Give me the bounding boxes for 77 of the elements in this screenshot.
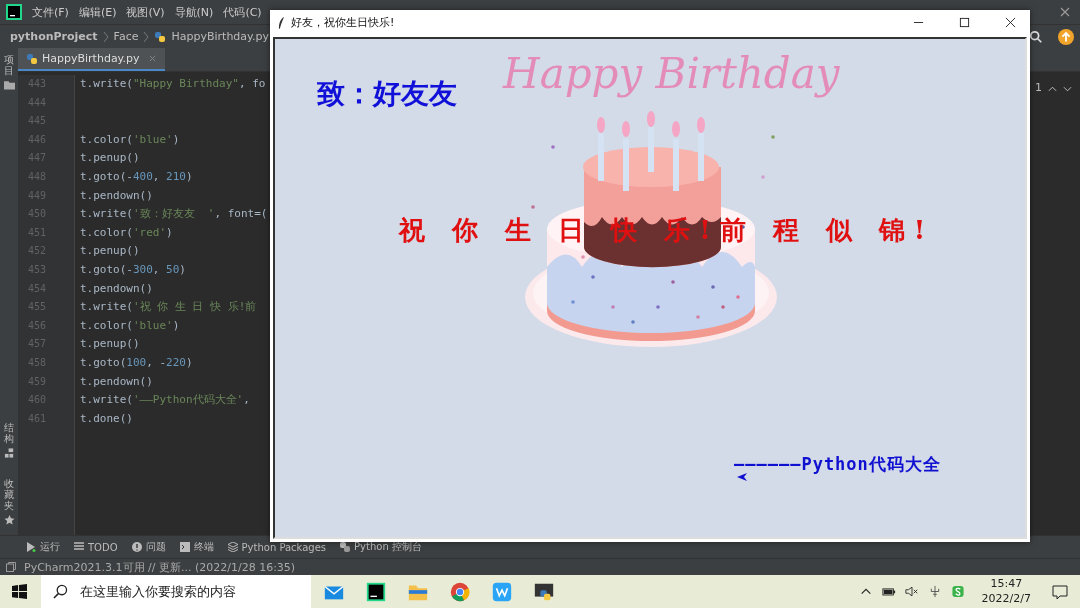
feather-icon [278,16,285,29]
code-line: t.goto(-300, 50) [80,262,186,276]
notification-icon[interactable] [1052,583,1068,600]
breadcrumb-item[interactable]: pythonProject [10,30,98,43]
layers-icon [227,542,238,552]
menu-item[interactable]: 编辑(E) [78,4,117,20]
turtle-cursor-icon [737,473,747,481]
project-tool-label[interactable]: 项目 [4,54,14,76]
pycharm-app-icon[interactable] [365,580,387,603]
clock-date[interactable]: 2022/2/7 [981,591,1031,606]
s-app-icon[interactable] [950,585,965,598]
chevron-down-icon[interactable] [1063,86,1072,92]
code-line: t.write('——Python代码大全', [80,393,251,407]
code-line: t.penup() [80,337,140,351]
chevron-up-icon[interactable] [1048,86,1057,92]
file-tab[interactable]: HappyBirthday.py [18,48,165,71]
menu-item[interactable]: 视图(V) [126,4,165,20]
search-icon[interactable] [1029,29,1043,44]
panel-icon[interactable] [6,562,16,572]
menu-item[interactable]: 文件(F) [32,4,69,20]
code-line: t.write('致：好友友 ', font=( [80,207,268,221]
app-logo-icon [6,4,22,20]
signature-text: ——————Python代码大全 [734,453,941,476]
maximize-icon[interactable] [959,17,970,28]
search-icon [53,584,68,599]
battery-icon[interactable] [881,585,896,598]
start-icon[interactable] [12,584,27,599]
code-line: t.pendown() [80,374,153,388]
tool-window-button[interactable]: TODO [74,541,118,553]
happy-birthday-heading: Happy Birthday [503,49,840,98]
breadcrumb-item[interactable]: Face [113,30,139,43]
code-line: t.goto(100, -220) [80,355,193,369]
tool-window-button[interactable]: 终端 [179,540,214,554]
tool-window-button[interactable]: Python Packages [227,541,327,553]
code-line: t.color('blue') [80,132,180,146]
code-line: t.pendown() [80,188,153,202]
code-line: t.color('blue') [80,318,180,332]
python-file-icon [154,30,167,43]
browser-icon[interactable] [449,580,471,603]
structure-tool-label[interactable]: 结构 [4,422,14,444]
tool-window-button[interactable]: 运行 [26,540,60,554]
muted-speaker-icon[interactable] [904,585,919,598]
w-app-icon[interactable] [491,580,513,603]
tool-window-button[interactable]: Python 控制台 [340,540,422,554]
structure-icon[interactable] [3,448,15,458]
breadcrumb-item[interactable]: HappyBirthday.py [171,30,269,43]
search-box[interactable]: 在这里输入你要搜索的内容 [41,575,311,608]
chevron-icon [143,30,150,43]
code-line: t.color('red') [80,225,173,239]
code-line: t.penup() [80,151,140,165]
status-message: PyCharm2021.3.1可用 // 更新... (2022/1/28 16:35) [24,559,296,575]
code-line: t.pendown() [80,281,153,295]
close-icon[interactable] [1005,17,1016,28]
list-icon [74,542,84,552]
terminal-icon [179,542,190,552]
python-icon [340,542,351,552]
code-line: t.write('祝 你 生 日 快 乐!前 [80,300,258,314]
greeting-text: 致：好友友 [317,76,457,112]
problem-count[interactable]: 1 [1035,81,1042,94]
tool-window-button[interactable]: 问题 [131,540,166,554]
star-icon[interactable] [3,515,15,525]
folder-icon[interactable] [3,80,15,90]
code-line: t.write("Happy Birthday", fo [80,77,266,90]
update-icon[interactable] [1058,28,1074,45]
window-title: 好友，祝你生日快乐! [291,15,395,30]
menu-item[interactable]: 代码(C) [223,4,262,20]
python-file-icon [26,52,38,65]
chevron-icon [102,30,109,43]
clock-time[interactable]: 15:47 [990,577,1023,592]
menu-item[interactable]: 导航(N) [174,4,214,20]
alert-icon [131,542,142,552]
code-line: t.penup() [80,244,140,258]
code-line: t.goto(-400, 210) [80,169,193,183]
run-icon [26,542,36,552]
favorites-tool-label[interactable]: 收藏夹 [4,478,14,511]
search-field[interactable]: 在这里输入你要搜索的内容 [77,583,311,600]
code-line: t.done() [80,411,133,425]
